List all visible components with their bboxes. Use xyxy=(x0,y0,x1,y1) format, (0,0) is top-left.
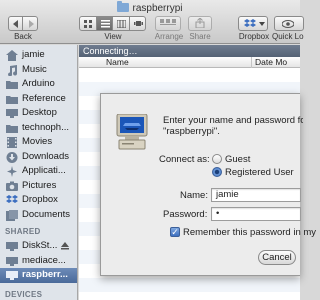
forward-button[interactable] xyxy=(24,17,38,30)
sidebar-item-movies[interactable]: Movies xyxy=(0,135,77,150)
sidebar-item-desktop[interactable]: Desktop xyxy=(0,106,77,121)
back-label: Back xyxy=(14,32,32,41)
folder-icon xyxy=(6,124,18,133)
column-date-modified[interactable]: Date Mo xyxy=(255,57,287,68)
sidebar-item-arduino[interactable]: Arduino xyxy=(0,77,77,92)
folder-icon xyxy=(6,95,18,104)
sidebar-item-music[interactable]: Music xyxy=(0,63,77,78)
quick-look-label: Quick Lo xyxy=(272,32,304,41)
eject-icon[interactable] xyxy=(61,242,69,250)
dropbox-icon xyxy=(244,19,256,27)
sidebar: jamie Music Arduino Reference Desktop te… xyxy=(0,45,78,300)
folder-icon xyxy=(6,81,18,89)
password-label: Password: xyxy=(163,209,208,220)
cancel-button[interactable]: Cancel xyxy=(258,250,296,265)
forward-arrow-icon xyxy=(29,20,34,28)
remember-password-label: Remember this password in my xyxy=(183,227,317,238)
sidebar-item-jamie[interactable]: jamie xyxy=(0,48,77,63)
folder-icon xyxy=(117,1,130,12)
pictures-icon xyxy=(6,181,18,191)
sidebar-item-dropbox[interactable]: Dropbox xyxy=(0,193,77,208)
dropbox-button[interactable] xyxy=(238,16,268,31)
music-icon xyxy=(8,64,18,76)
share-button[interactable] xyxy=(188,16,212,31)
sidebar-item-raspberrypi[interactable]: raspberr... xyxy=(0,268,77,283)
column-name[interactable]: Name xyxy=(106,57,129,68)
applications-icon xyxy=(7,166,17,177)
share-label: Share xyxy=(189,32,211,41)
password-field[interactable]: • xyxy=(211,207,301,221)
sidebar-item-downloads[interactable]: Downloads xyxy=(0,150,77,165)
downloads-icon xyxy=(6,151,18,163)
sidebar-item-reference[interactable]: Reference xyxy=(0,92,77,107)
sidebar-item-applications[interactable]: Applicati... xyxy=(0,164,77,179)
home-icon xyxy=(6,50,18,61)
view-label: View xyxy=(104,32,122,41)
registered-user-radio[interactable] xyxy=(212,167,222,177)
remember-password-checkbox[interactable]: ✓ xyxy=(170,227,180,237)
quick-look-button[interactable] xyxy=(274,16,304,31)
back-button[interactable] xyxy=(9,17,23,30)
sidebar-section-devices: DEVICES xyxy=(5,289,43,299)
list-view-icon[interactable] xyxy=(96,17,113,30)
sidebar-item-technoph[interactable]: technoph... xyxy=(0,121,77,136)
documents-icon xyxy=(6,209,18,221)
guest-label: Guest xyxy=(225,154,251,165)
view-mode-control[interactable] xyxy=(79,16,146,31)
network-server-icon xyxy=(6,242,18,251)
connecting-status: Connecting… xyxy=(79,45,300,57)
dialog-prompt: Enter your name and password for t "rasp… xyxy=(163,115,303,137)
login-dialog: Enter your name and password for t "rasp… xyxy=(100,93,316,276)
coverflow-view-icon[interactable] xyxy=(130,17,146,30)
arrange-icon xyxy=(160,19,176,25)
icon-view-icon[interactable] xyxy=(80,17,97,30)
dropbox-label: Dropbox xyxy=(238,32,270,41)
share-icon xyxy=(195,18,205,28)
name-field[interactable]: jamie xyxy=(211,188,301,202)
guest-radio[interactable] xyxy=(212,154,222,164)
desktop-icon xyxy=(6,109,18,118)
column-view-icon[interactable] xyxy=(113,17,130,30)
chevron-down-icon xyxy=(259,22,265,26)
name-label: Name: xyxy=(180,190,208,201)
network-server-icon xyxy=(116,114,148,150)
window-title: raspberrypi xyxy=(0,1,300,14)
connect-as-label: Connect as: xyxy=(159,154,210,165)
window-toolbar: raspberrypi Back View Arrange Share Drop… xyxy=(0,0,304,44)
registered-user-label: Registered User xyxy=(225,167,294,178)
dropbox-icon xyxy=(6,195,18,203)
arrange-button[interactable] xyxy=(155,16,181,31)
sidebar-item-documents[interactable]: Documents xyxy=(0,208,77,223)
eye-icon xyxy=(282,20,294,28)
back-arrow-icon xyxy=(13,20,18,28)
column-header: Name Date Mo xyxy=(79,57,300,68)
arrange-label: Arrange xyxy=(154,32,184,41)
sidebar-item-mediacenter[interactable]: mediace... xyxy=(0,254,77,269)
sidebar-item-pictures[interactable]: Pictures xyxy=(0,179,77,194)
network-server-icon xyxy=(6,256,18,266)
movies-icon xyxy=(7,137,17,148)
sidebar-item-diskstation[interactable]: DiskSt... xyxy=(0,239,77,254)
sidebar-section-shared: SHARED xyxy=(5,227,41,236)
network-server-icon xyxy=(6,271,18,280)
back-forward-buttons[interactable] xyxy=(8,16,38,31)
